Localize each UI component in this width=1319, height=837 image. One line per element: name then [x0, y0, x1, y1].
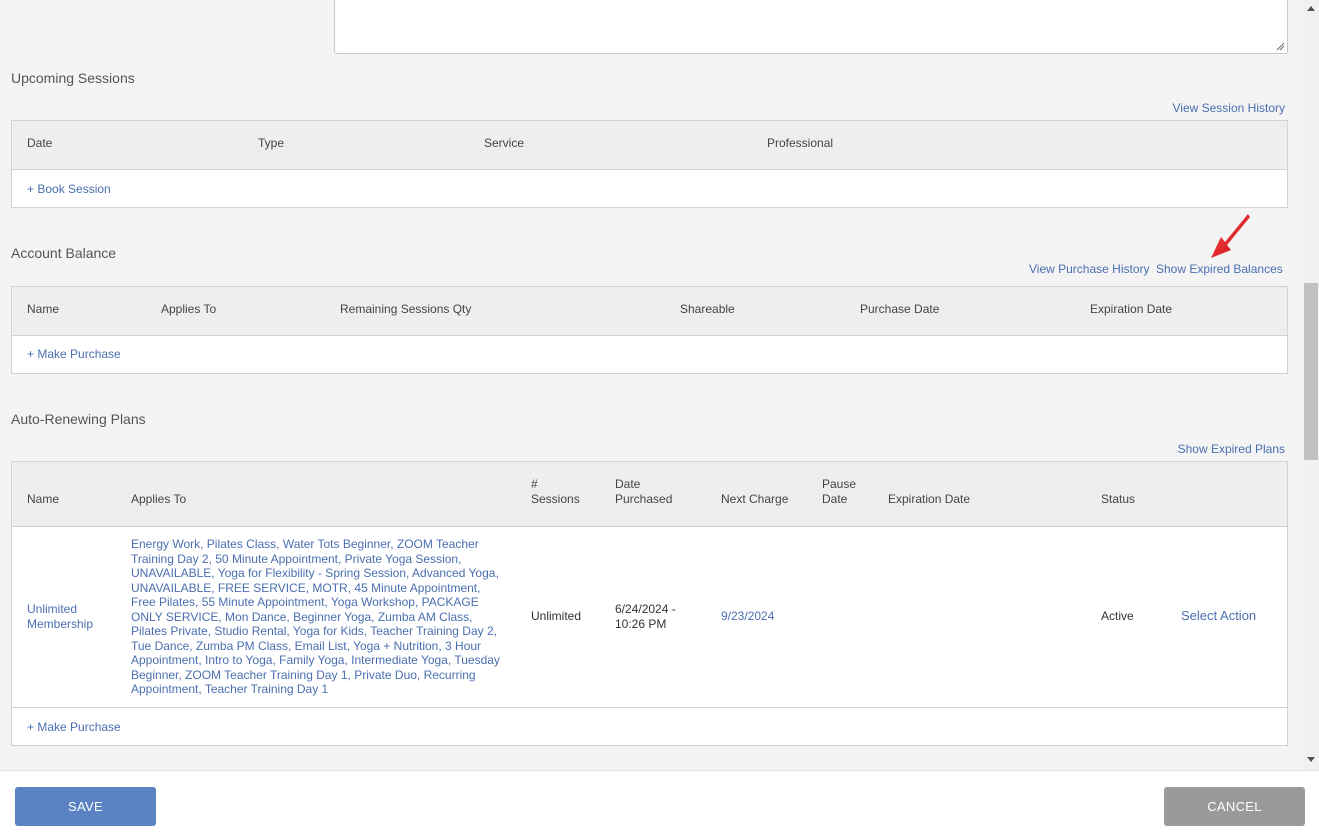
column-header-sessions: # Sessions: [531, 477, 580, 506]
column-header-name: Name: [27, 302, 60, 316]
view-session-history-link[interactable]: View Session History: [1173, 101, 1286, 115]
view-purchase-history-link[interactable]: View Purchase History: [1029, 262, 1150, 276]
column-header-date-purchased: Date Purchased: [615, 477, 673, 506]
column-header-next-charge: Next Charge: [721, 492, 789, 506]
resize-handle-icon[interactable]: [1275, 41, 1285, 51]
column-header-expiration-date: Expiration Date: [1090, 302, 1173, 316]
table-header: Date Type Service Professional: [12, 121, 1287, 170]
annotation-arrow-icon: [1211, 214, 1250, 258]
account-balance-title: Account Balance: [11, 245, 117, 261]
column-header-applies-to: Applies To: [131, 492, 187, 506]
select-action-link[interactable]: Select Action: [1181, 608, 1256, 624]
scroll-down-icon[interactable]: [1307, 757, 1315, 762]
column-header-date: Date: [27, 136, 53, 150]
table-header: Name Applies To # Sessions Date Purchase…: [12, 462, 1287, 527]
column-header-shareable: Shareable: [680, 302, 735, 316]
make-purchase-link[interactable]: + Make Purchase: [27, 347, 121, 361]
column-header-expiration-date: Expiration Date: [888, 492, 971, 506]
column-header-professional: Professional: [767, 136, 834, 150]
upcoming-sessions-title: Upcoming Sessions: [11, 70, 135, 86]
column-header-name: Name: [27, 492, 60, 506]
table-row: Unlimited Membership Energy Work, Pilate…: [12, 527, 1287, 708]
plan-next-charge-link[interactable]: 9/23/2024: [721, 609, 774, 624]
account-balance-table: Name Applies To Remaining Sessions Qty S…: [11, 286, 1288, 374]
plan-sessions: Unlimited: [531, 609, 582, 623]
column-header-type: Type: [258, 136, 285, 150]
column-header-remaining-sessions: Remaining Sessions Qty: [340, 302, 472, 316]
auto-renewing-plans-table: Name Applies To # Sessions Date Purchase…: [11, 461, 1288, 746]
status-badge: Active: [1101, 609, 1134, 623]
plan-date-purchased: 6/24/2024 - 10:26 PM: [615, 602, 676, 631]
plan-applies-to-list[interactable]: Energy Work, Pilates Class, Water Tots B…: [131, 537, 505, 697]
vertical-scrollbar[interactable]: [1303, 0, 1319, 770]
save-button[interactable]: SAVE: [15, 787, 156, 826]
table-header: Name Applies To Remaining Sessions Qty S…: [12, 287, 1287, 336]
book-session-link[interactable]: + Book Session: [27, 182, 111, 196]
scrollbar-thumb[interactable]: [1304, 283, 1318, 460]
column-header-status: Status: [1101, 492, 1136, 506]
column-header-service: Service: [484, 136, 525, 150]
auto-renewing-plans-title: Auto-Renewing Plans: [11, 411, 146, 427]
upcoming-sessions-table: Date Type Service Professional + Book Se…: [11, 120, 1288, 208]
plan-name-link[interactable]: Unlimited Membership: [27, 602, 107, 631]
scroll-up-icon[interactable]: [1307, 6, 1315, 11]
make-purchase-link[interactable]: + Make Purchase: [27, 720, 121, 734]
column-header-purchase-date: Purchase Date: [860, 302, 940, 316]
column-header-pause-date: Pause Date: [822, 477, 857, 506]
show-expired-balances-link[interactable]: Show Expired Balances: [1156, 262, 1283, 276]
notes-textarea[interactable]: [334, 0, 1288, 54]
column-header-applies-to: Applies To: [161, 302, 217, 316]
cancel-button[interactable]: CANCEL: [1164, 787, 1305, 826]
show-expired-plans-link[interactable]: Show Expired Plans: [1178, 442, 1285, 456]
footer-bar: SAVE CANCEL: [0, 770, 1319, 837]
